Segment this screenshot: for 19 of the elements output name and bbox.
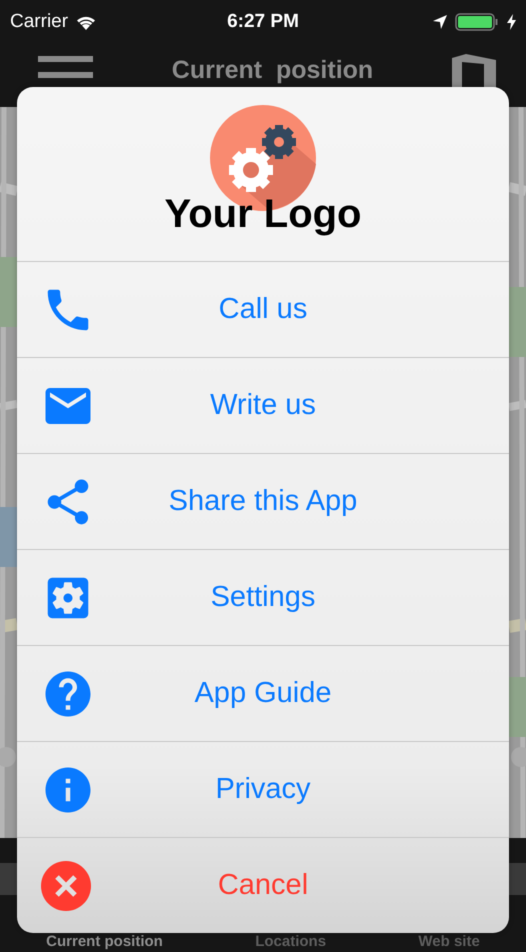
action-row[interactable]: App Guide [17,646,509,742]
action-row[interactable]: Settings [17,550,509,646]
nav-title: Current position [170,56,374,85]
tab[interactable]: Current position [46,933,163,950]
tab[interactable]: Web site [418,933,480,950]
tab[interactable]: Locations [255,933,326,950]
location-arrow-icon [433,15,447,29]
carrier-label: Carrier [10,11,68,33]
action-row[interactable]: Write us [17,358,509,454]
action-row[interactable]: Share this App [17,454,509,550]
clock-time: 6:27 PM [227,11,299,33]
cancel-icon [41,860,91,910]
action-row[interactable]: Privacy [17,742,509,838]
cancel-row[interactable]: Cancel [17,838,509,933]
wifi-icon [76,14,96,30]
action-row[interactable]: Call us [17,262,509,358]
charging-icon [507,14,516,30]
battery-icon [455,13,499,31]
logo-text: Your Logo [164,192,362,237]
